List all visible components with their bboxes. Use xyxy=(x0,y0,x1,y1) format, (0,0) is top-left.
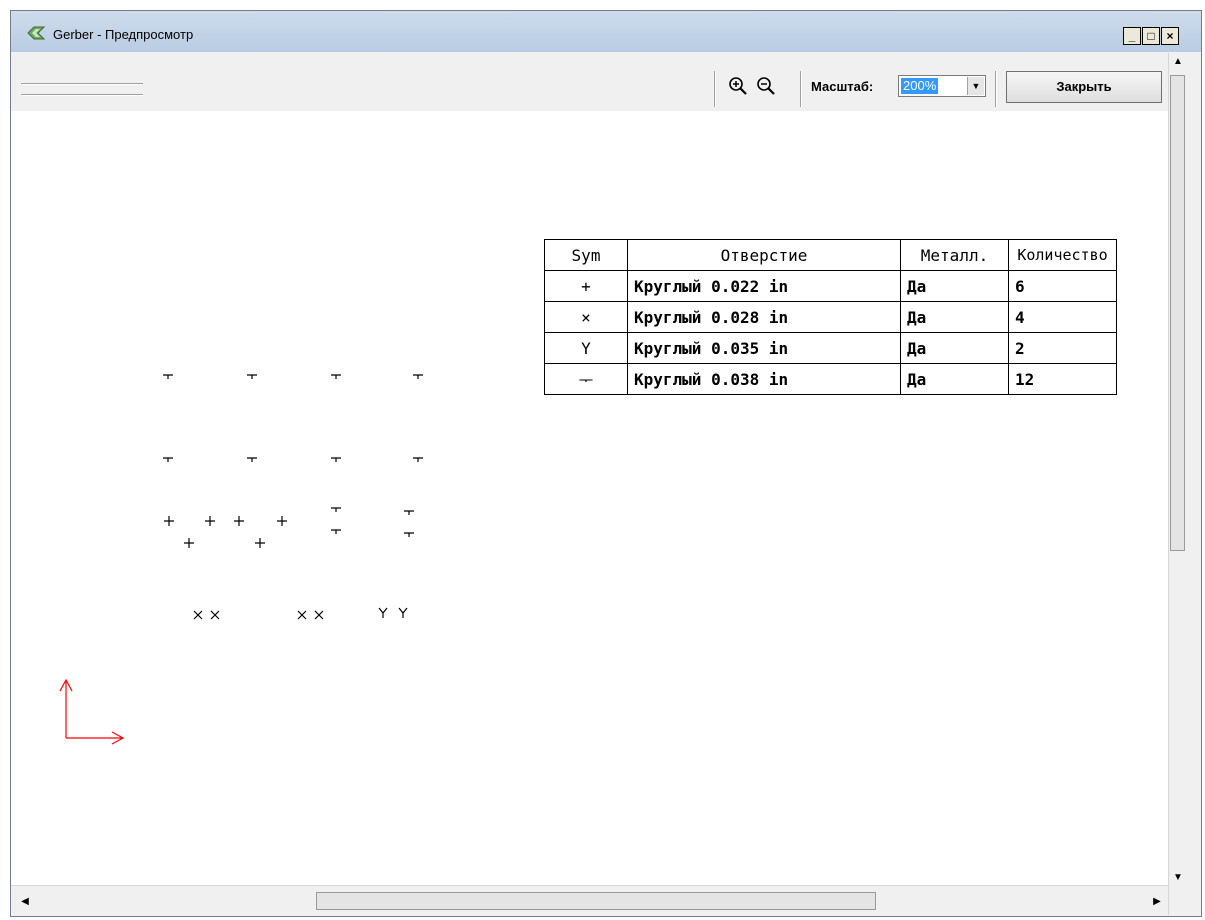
drill-symbols-038 xyxy=(163,374,423,537)
chevron-down-icon[interactable]: ▼ xyxy=(967,77,984,95)
toolbar: Масштаб: 200% ▼ Закрыть xyxy=(11,53,1168,111)
axis-arrows xyxy=(59,678,125,745)
scroll-left-icon[interactable]: ◀ xyxy=(17,894,33,910)
toolbar-separator xyxy=(800,71,802,107)
resize-grip-icon[interactable] xyxy=(1187,903,1201,915)
gerber-app-icon xyxy=(27,26,46,40)
close-button[interactable]: Закрыть xyxy=(1006,71,1162,103)
title-bar: Gerber - Предпросмотр _ □ × xyxy=(11,11,1201,52)
drill-plot xyxy=(59,374,423,745)
maximize-button[interactable]: □ xyxy=(1142,27,1160,45)
drill-symbols-022 xyxy=(164,516,287,548)
horizontal-scrollbar[interactable]: ◀ ▶ xyxy=(11,885,1168,916)
toolbar-separator xyxy=(995,71,997,107)
scroll-right-icon[interactable]: ▶ xyxy=(1149,894,1165,910)
scale-label: Масштаб: xyxy=(811,79,874,94)
scroll-down-icon[interactable]: ▼ xyxy=(1169,869,1187,887)
horizontal-scroll-thumb[interactable] xyxy=(316,892,876,910)
window-title: Gerber - Предпросмотр xyxy=(53,27,194,42)
toolbar-separator xyxy=(714,71,716,107)
scale-value[interactable]: 200% xyxy=(901,78,939,94)
toolbar-grip xyxy=(21,83,143,85)
preview-window: Gerber - Предпросмотр _ □ × Масштаб: 200… xyxy=(10,10,1202,917)
scroll-up-icon[interactable]: ▲ xyxy=(1169,53,1187,71)
vertical-scrollbar[interactable]: ▲ ▼ xyxy=(1168,53,1187,915)
drill-symbols-035 xyxy=(378,607,408,618)
toolbar-grip xyxy=(21,94,143,96)
preview-canvas[interactable]: Sym Отверстие Металл. Количество + Кругл… xyxy=(11,111,1168,885)
close-window-button[interactable]: × xyxy=(1161,27,1179,45)
minimize-button[interactable]: _ xyxy=(1123,27,1141,45)
vertical-scroll-thumb[interactable] xyxy=(1170,75,1185,551)
drill-symbols-028 xyxy=(193,610,324,620)
scale-select[interactable]: 200% ▼ xyxy=(898,75,986,97)
zoom-out-icon[interactable] xyxy=(755,75,777,97)
zoom-in-icon[interactable] xyxy=(727,75,749,97)
